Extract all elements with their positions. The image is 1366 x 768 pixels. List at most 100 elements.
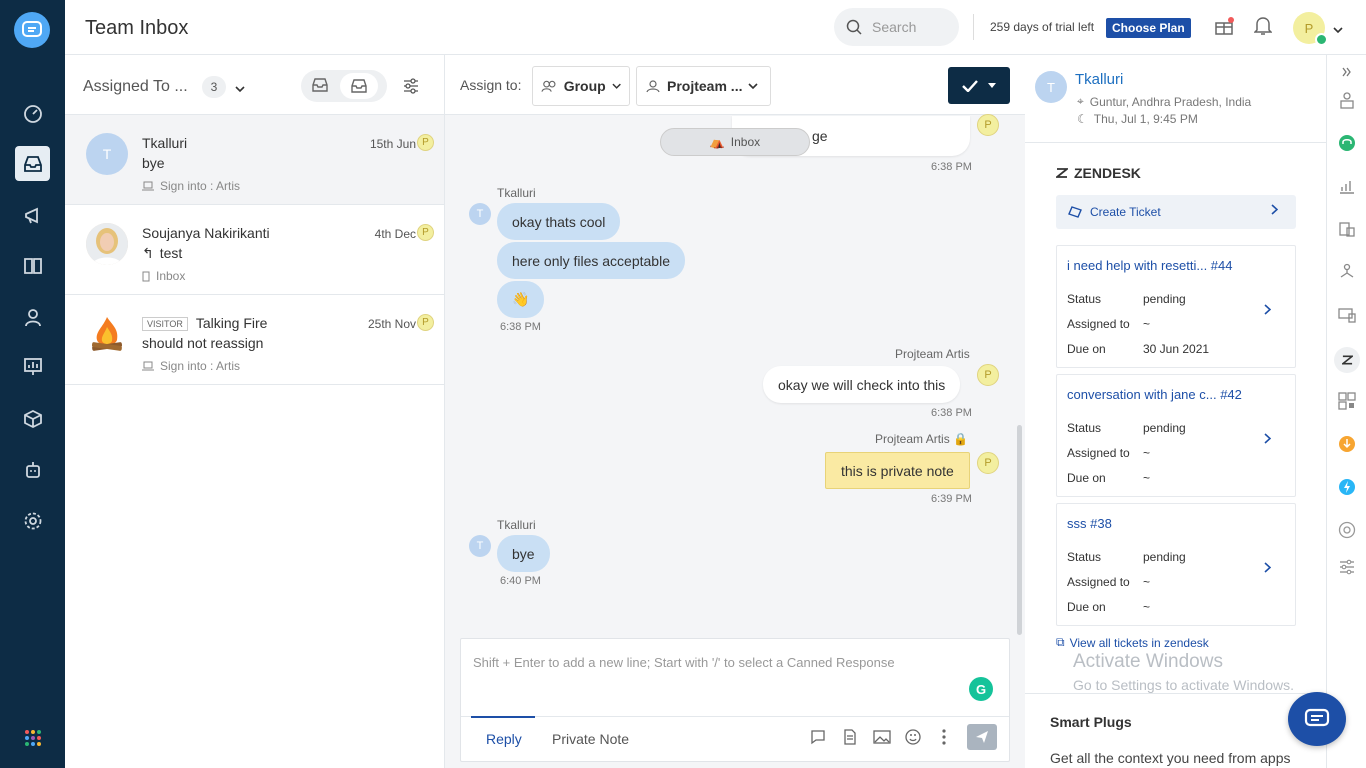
chevron-down-icon[interactable] [235,81,245,96]
message-bubble: okay we will check into this [763,366,961,403]
support-plug-icon[interactable] [1336,132,1358,154]
book-icon[interactable] [15,248,50,283]
contact-name: Soujanya Nakirikanti [142,225,270,241]
contact-details-panel: T Tkalluri ⌖ Guntur, Andhra Pradesh, Indi… [1025,55,1327,768]
last-message: should not reassign [142,335,264,351]
assignee-badge: P [417,224,434,241]
assigned-filter[interactable]: Assigned To ... [83,78,188,96]
chevron-right-icon[interactable] [1264,562,1271,573]
collapse-double-chevron-icon[interactable] [1336,61,1358,83]
avatar: T [86,133,128,175]
assignee-badge: P [417,314,434,331]
apps-grid-icon[interactable] [15,720,50,755]
user-avatar[interactable]: P [1293,12,1328,46]
trial-text: 259 days of trial left [990,20,1095,34]
windows-watermark-sub: Go to Settings to activate Windows. [1073,677,1294,693]
article-icon[interactable] [843,729,857,748]
create-ticket-button[interactable]: Create Ticket [1056,195,1296,229]
gift-icon[interactable] [1214,16,1234,39]
orange-plug-icon[interactable] [1336,433,1358,455]
moon-icon: ☾ [1077,112,1088,126]
assign-label: Assign to: [460,77,522,93]
view-toggle[interactable] [301,70,387,102]
group-dropdown[interactable]: Group [532,66,630,106]
ticket-icon [1068,206,1082,218]
qr-plug-icon[interactable] [1336,390,1358,412]
emoji-icon[interactable] [905,729,921,748]
screen-plug-icon[interactable] [1336,304,1358,326]
hierarchy-plug-icon[interactable] [1336,261,1358,283]
chevron-right-icon[interactable] [1264,304,1271,315]
chevron-right-icon[interactable] [1264,433,1271,444]
devices-plug-icon[interactable] [1336,218,1358,240]
team-dropdown[interactable]: Projteam ... [636,66,771,106]
grammarly-icon[interactable]: G [969,677,993,701]
plug-settings-icon[interactable] [1336,556,1358,578]
canned-response-icon[interactable] [810,729,826,748]
chevron-down-icon [612,83,621,89]
list-header: Assigned To ... 3 [65,55,444,115]
zendesk-logo-icon [1056,168,1068,178]
agent-avatar: P [977,114,999,136]
scrollbar[interactable] [1017,425,1022,635]
visitor-tag: VISITOR [142,317,188,332]
search-input[interactable]: Search [834,8,959,46]
ticket-title[interactable]: conversation with jane c... #42 [1067,387,1242,402]
more-vertical-icon[interactable] [942,729,946,748]
contact-name[interactable]: Tkalluri [1075,71,1123,88]
reports-icon[interactable] [15,349,50,384]
last-message: bye [142,155,165,171]
bot-icon[interactable] [15,452,50,487]
megaphone-icon[interactable] [15,198,50,233]
settings-icon[interactable] [15,503,50,538]
ticket-status: Status pending [1067,292,1186,306]
resolve-button[interactable] [948,67,1010,104]
search-icon [846,19,862,35]
zendesk-section-title: ZENDESK [1056,165,1141,181]
contacts-icon[interactable] [15,299,50,334]
closed-inbox-icon[interactable] [339,73,378,99]
image-icon[interactable] [873,729,891,748]
contact-location: ⌖ Guntur, Andhra Pradesh, India [1077,94,1252,109]
message-time: 6:38 PM [931,161,972,173]
chevron-down-icon[interactable] [1333,22,1343,37]
choose-plan-button[interactable]: Choose Plan [1106,18,1191,38]
profile-plug-icon[interactable] [1336,89,1358,111]
message-composer[interactable]: Shift + Enter to add a new line; Start w… [460,638,1010,762]
conversation-count: 3 [202,76,226,98]
lightning-plug-icon[interactable] [1336,476,1358,498]
chart-plug-icon[interactable] [1336,175,1358,197]
inbox-icon[interactable] [15,146,50,181]
sender-name: Projteam Artis 🔒 [875,432,968,446]
tab-private-note[interactable]: Private Note [552,731,629,747]
view-all-tickets-link[interactable]: ⧉ View all tickets in zendesk [1056,635,1209,650]
chat-logo-icon[interactable] [14,12,50,48]
filter-sliders-icon[interactable] [403,78,419,97]
contact-avatar: T [469,535,491,557]
ticket-assignee: Assigned to ~ [1067,317,1151,331]
message-time: 6:38 PM [500,321,541,333]
ticket-card[interactable]: sss #38 Status pending Assigned to ~ Due o… [1056,503,1296,626]
send-button[interactable] [967,724,997,750]
open-inbox-icon[interactable] [311,77,329,96]
ticket-title[interactable]: i need help with resetti... #44 [1067,258,1233,273]
ticket-title[interactable]: sss #38 [1067,516,1112,531]
ticket-card[interactable]: conversation with jane c... #42 Status pe… [1056,374,1296,497]
divider [973,14,974,40]
ticket-due: Due on ~ [1067,600,1151,614]
list-item[interactable]: T Tkalluri bye Sign into : Artis 15th Ju… [65,115,444,205]
bell-icon[interactable] [1253,16,1273,39]
ticket-card[interactable]: i need help with resetti... #44 Status pe… [1056,245,1296,368]
conversation-date: 4th Dec [374,227,416,241]
composer-input[interactable]: Shift + Enter to add a new line; Start w… [473,655,895,670]
chat-widget-button[interactable] [1288,692,1346,746]
list-item[interactable]: Soujanya Nakirikanti ↰ test Inbox 4th Dec… [65,205,444,295]
cube-icon[interactable] [15,401,50,436]
dashboard-icon[interactable] [15,96,50,131]
list-item[interactable]: VISITOR Talking Fire should not reassign … [65,295,444,385]
tab-reply[interactable]: Reply [486,731,522,747]
zendesk-plug-icon[interactable] [1334,347,1360,373]
browser-plug-icon[interactable] [1336,519,1358,541]
source: Sign into : Artis [142,179,240,193]
message-bubble: okay thats cool [497,203,621,240]
